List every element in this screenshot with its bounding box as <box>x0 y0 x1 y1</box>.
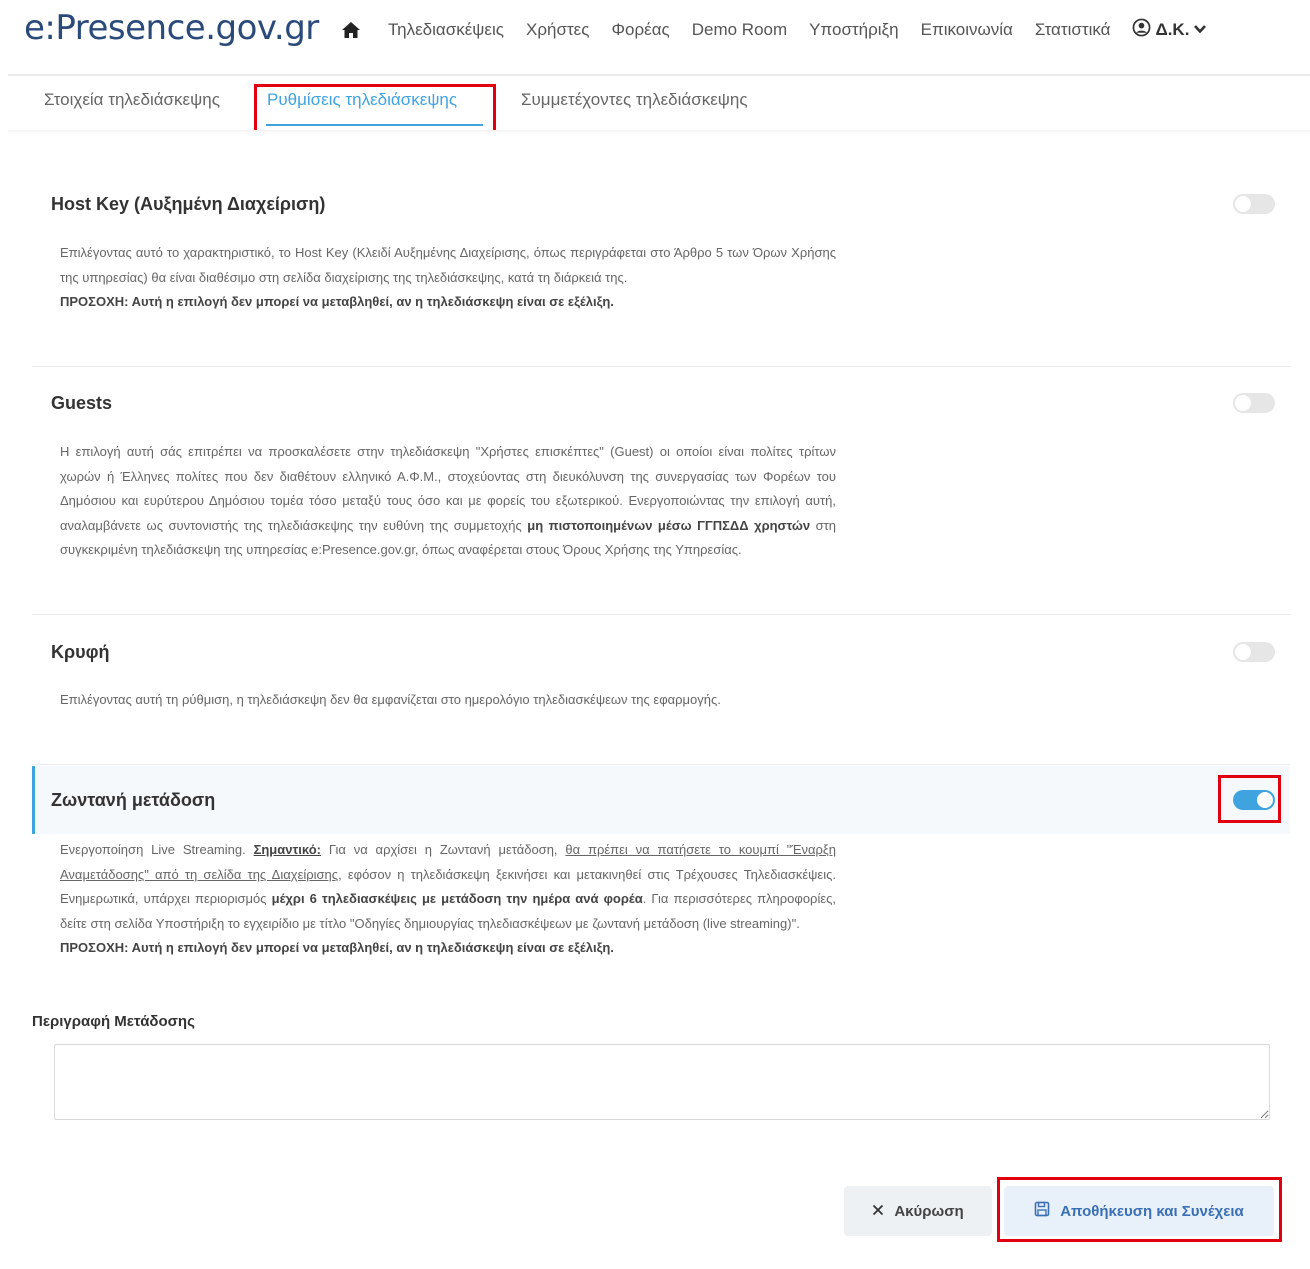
nav-item-support[interactable]: Υποστήριξη <box>809 20 898 40</box>
section-live-stream: Ζωντανή μετάδοση Ενεργοποίηση Live Strea… <box>32 766 1290 996</box>
save-button-highlight <box>997 1177 1282 1242</box>
cancel-button-label: Ακύρωση <box>894 1202 964 1220</box>
section-guests: Guests Η επιλογή αυτή σάς επιτρέπει να π… <box>32 386 1290 606</box>
home-icon[interactable] <box>340 19 362 41</box>
description-text: Ενεργοποίηση Live Streaming. <box>60 842 254 857</box>
toggle-knob <box>1235 395 1251 411</box>
warning-text: ΠΡΟΣΟΧΗ: Αυτή η επιλογή δεν μπορεί να με… <box>60 940 614 956</box>
section-description: Η επιλογή αυτή σάς επιτρέπει να προσκαλέ… <box>60 440 836 563</box>
section-title: Κρυφή <box>51 642 110 662</box>
host-key-toggle[interactable] <box>1233 194 1275 214</box>
section-title: Host Key (Αυξημένη Διαχείριση) <box>51 194 326 214</box>
user-menu[interactable]: Δ.Κ. <box>1132 18 1207 42</box>
hidden-toggle[interactable] <box>1233 642 1275 662</box>
close-icon <box>872 1203 884 1220</box>
section-description: Επιλέγοντας αυτή τη ρύθμιση, η τηλεδιάσκ… <box>60 688 836 713</box>
warning-text: ΠΡΟΣΟΧΗ: Αυτή η επιλογή δεν μπορεί να με… <box>60 294 614 310</box>
nav-item-users[interactable]: Χρήστες <box>526 20 589 40</box>
nav-item-contact[interactable]: Επικοινωνία <box>921 20 1013 40</box>
description-text: Επιλέγοντας αυτό το χαρακτηριστικό, το H… <box>60 245 836 285</box>
chevron-down-icon <box>1193 20 1207 40</box>
top-navbar: e:Presence.gov.gr Τηλεδιασκέψεις Χρήστες… <box>0 0 1310 66</box>
stream-description-input[interactable] <box>54 1044 1270 1120</box>
cancel-button[interactable]: Ακύρωση <box>844 1186 992 1236</box>
description-text: Επιλέγοντας αυτή τη ρύθμιση, η τηλεδιάσκ… <box>60 692 721 707</box>
important-label: Σημαντικό: <box>253 842 321 857</box>
toggle-knob <box>1235 644 1251 660</box>
nav-item-teleconferences[interactable]: Τηλεδιασκέψεις <box>388 20 504 40</box>
section-host-key: Host Key (Αυξημένη Διαχείριση) Επιλέγοντ… <box>32 186 1290 358</box>
section-description: Ενεργοποίηση Live Streaming. Σημαντικό: … <box>60 838 836 961</box>
guests-toggle[interactable] <box>1233 393 1275 413</box>
nav-item-demo-room[interactable]: Demo Room <box>692 20 787 40</box>
live-stream-toggle-highlight <box>1218 775 1281 823</box>
settings-tabs: Στοιχεία τηλεδιάσκεψης Ρυθμίσεις τηλεδιά… <box>0 82 1310 130</box>
header-divider <box>8 74 1310 76</box>
section-hidden: Κρυφή Επιλέγοντας αυτή τη ρύθμιση, η τηλ… <box>32 636 1290 752</box>
description-bold-text: μη πιστοποιημένων μέσω ΓΓΠΣΔΔ χρηστών <box>527 517 811 533</box>
description-text-2: Για να αρχίσει η Ζωντανή μετάδοση, <box>320 842 566 857</box>
user-circle-icon <box>1132 18 1151 42</box>
section-title: Guests <box>51 393 113 413</box>
nav-item-organization[interactable]: Φορέας <box>611 20 669 40</box>
tab-settings-highlight <box>254 84 496 134</box>
nav-item-statistics[interactable]: Στατιστικά <box>1035 20 1111 40</box>
user-initials: Δ.Κ. <box>1155 20 1190 39</box>
section-divider <box>32 614 1290 615</box>
tab-participants[interactable]: Συμμετέχοντες τηλεδιάσκεψης <box>521 90 748 110</box>
tab-details[interactable]: Στοιχεία τηλεδιάσκεψης <box>44 90 220 110</box>
section-divider <box>32 764 1290 765</box>
toggle-knob <box>1235 196 1251 212</box>
section-title: Ζωντανή μετάδοση <box>51 790 216 810</box>
site-logo[interactable]: e:Presence.gov.gr <box>24 8 319 48</box>
section-description: Επιλέγοντας αυτό το χαρακτηριστικό, το H… <box>60 241 836 315</box>
section-divider <box>32 366 1290 367</box>
stream-description-label: Περιγραφή Μετάδοσης <box>32 1013 195 1030</box>
main-nav: Τηλεδιασκέψεις Χρήστες Φορέας Demo Room … <box>340 18 1207 42</box>
tabs-divider <box>8 130 1310 134</box>
description-bold-text: μέχρι 6 τηλεδιασκέψεις με μετάδοση την η… <box>271 891 643 907</box>
